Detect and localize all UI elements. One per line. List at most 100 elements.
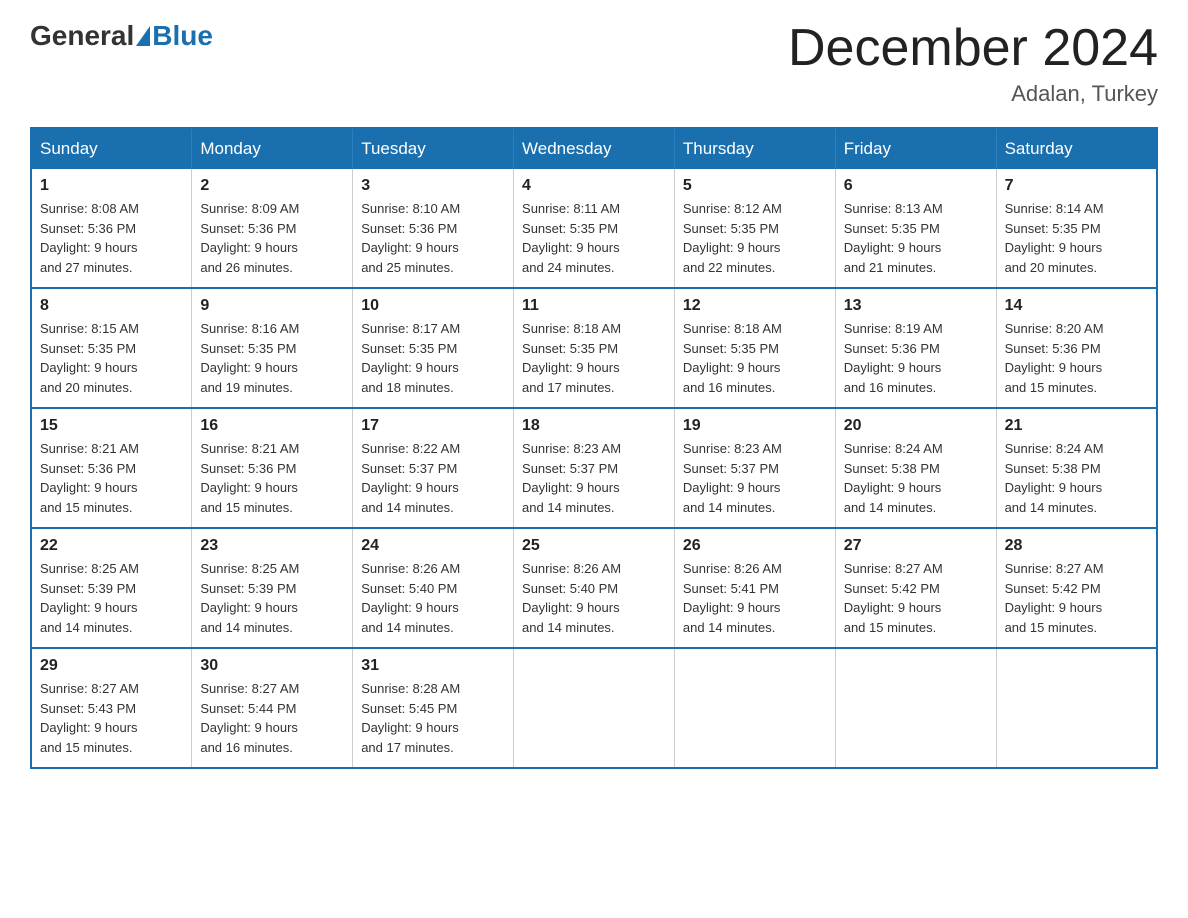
day-cell-13: 13 Sunrise: 8:19 AMSunset: 5:36 PMDayligh… xyxy=(835,288,996,408)
day-number: 16 xyxy=(200,417,344,435)
day-cell-11: 11Sunrise: 8:18 AMSunset: 5:35 PMDayligh… xyxy=(514,288,675,408)
week-row-4: 22 Sunrise: 8:25 AMSunset: 5:39 PMDayligh… xyxy=(31,528,1157,648)
day-info: Sunrise: 8:24 AMSunset: 5:38 PMDaylight:… xyxy=(1005,439,1148,517)
day-cell-14: 14 Sunrise: 8:20 AMSunset: 5:36 PMDayligh… xyxy=(996,288,1157,408)
day-number: 30 xyxy=(200,657,344,675)
week-row-5: 29 Sunrise: 8:27 AMSunset: 5:43 PMDayligh… xyxy=(31,648,1157,768)
day-cell-18: 18 Sunrise: 8:23 AMSunset: 5:37 PMDayligh… xyxy=(514,408,675,528)
logo-triangle-icon xyxy=(136,26,150,46)
week-row-2: 8 Sunrise: 8:15 AMSunset: 5:35 PMDaylight… xyxy=(31,288,1157,408)
day-cell-16: 16 Sunrise: 8:21 AMSunset: 5:36 PMDayligh… xyxy=(192,408,353,528)
day-info: Sunrise: 8:21 AMSunset: 5:36 PMDaylight:… xyxy=(40,439,183,517)
weekday-header-saturday: Saturday xyxy=(996,128,1157,169)
day-number: 22 xyxy=(40,537,183,555)
day-cell-17: 17Sunrise: 8:22 AMSunset: 5:37 PMDayligh… xyxy=(353,408,514,528)
day-cell-27: 27 Sunrise: 8:27 AMSunset: 5:42 PMDayligh… xyxy=(835,528,996,648)
day-number: 28 xyxy=(1005,537,1148,555)
month-title: December 2024 xyxy=(788,20,1158,77)
day-number: 19 xyxy=(683,417,827,435)
empty-cell xyxy=(996,648,1157,768)
day-cell-20: 20 Sunrise: 8:24 AMSunset: 5:38 PMDayligh… xyxy=(835,408,996,528)
day-number: 8 xyxy=(40,297,183,315)
day-number: 27 xyxy=(844,537,988,555)
day-info: Sunrise: 8:26 AMSunset: 5:40 PMDaylight:… xyxy=(361,559,505,637)
day-info: Sunrise: 8:09 AMSunset: 5:36 PMDaylight:… xyxy=(200,199,344,277)
day-cell-4: 4 Sunrise: 8:11 AMSunset: 5:35 PMDaylight… xyxy=(514,169,675,288)
weekday-header-wednesday: Wednesday xyxy=(514,128,675,169)
weekday-header-friday: Friday xyxy=(835,128,996,169)
day-cell-30: 30Sunrise: 8:27 AMSunset: 5:44 PMDayligh… xyxy=(192,648,353,768)
day-number: 26 xyxy=(683,537,827,555)
day-info: Sunrise: 8:22 AMSunset: 5:37 PMDaylight:… xyxy=(361,439,505,517)
day-number: 10 xyxy=(361,297,505,315)
day-info: Sunrise: 8:17 AMSunset: 5:35 PMDaylight:… xyxy=(361,319,505,397)
day-info: Sunrise: 8:20 AMSunset: 5:36 PMDaylight:… xyxy=(1005,319,1148,397)
day-number: 25 xyxy=(522,537,666,555)
day-number: 11 xyxy=(522,297,666,315)
day-number: 20 xyxy=(844,417,988,435)
empty-cell xyxy=(674,648,835,768)
day-info: Sunrise: 8:19 AMSunset: 5:36 PMDaylight:… xyxy=(844,319,988,397)
day-cell-9: 9Sunrise: 8:16 AMSunset: 5:35 PMDaylight… xyxy=(192,288,353,408)
day-info: Sunrise: 8:18 AMSunset: 5:35 PMDaylight:… xyxy=(683,319,827,397)
empty-cell xyxy=(835,648,996,768)
day-number: 23 xyxy=(200,537,344,555)
day-number: 14 xyxy=(1005,297,1148,315)
day-cell-7: 7 Sunrise: 8:14 AMSunset: 5:35 PMDaylight… xyxy=(996,169,1157,288)
day-info: Sunrise: 8:28 AMSunset: 5:45 PMDaylight:… xyxy=(361,679,505,757)
day-cell-28: 28 Sunrise: 8:27 AMSunset: 5:42 PMDayligh… xyxy=(996,528,1157,648)
weekday-header-monday: Monday xyxy=(192,128,353,169)
day-number: 12 xyxy=(683,297,827,315)
day-cell-24: 24 Sunrise: 8:26 AMSunset: 5:40 PMDayligh… xyxy=(353,528,514,648)
day-number: 4 xyxy=(522,177,666,195)
day-number: 7 xyxy=(1005,177,1148,195)
week-row-3: 15 Sunrise: 8:21 AMSunset: 5:36 PMDayligh… xyxy=(31,408,1157,528)
day-cell-2: 2 Sunrise: 8:09 AMSunset: 5:36 PMDaylight… xyxy=(192,169,353,288)
day-info: Sunrise: 8:16 AMSunset: 5:35 PMDaylight:… xyxy=(200,319,344,397)
day-info: Sunrise: 8:14 AMSunset: 5:35 PMDaylight:… xyxy=(1005,199,1148,277)
day-info: Sunrise: 8:23 AMSunset: 5:37 PMDaylight:… xyxy=(522,439,666,517)
day-info: Sunrise: 8:27 AMSunset: 5:42 PMDaylight:… xyxy=(844,559,988,637)
day-cell-31: 31 Sunrise: 8:28 AMSunset: 5:45 PMDayligh… xyxy=(353,648,514,768)
day-info: Sunrise: 8:11 AMSunset: 5:35 PMDaylight:… xyxy=(522,199,666,277)
day-number: 13 xyxy=(844,297,988,315)
day-number: 18 xyxy=(522,417,666,435)
location: Adalan, Turkey xyxy=(788,81,1158,107)
day-cell-21: 21 Sunrise: 8:24 AMSunset: 5:38 PMDayligh… xyxy=(996,408,1157,528)
day-number: 6 xyxy=(844,177,988,195)
day-info: Sunrise: 8:08 AMSunset: 5:36 PMDaylight:… xyxy=(40,199,183,277)
day-info: Sunrise: 8:27 AMSunset: 5:42 PMDaylight:… xyxy=(1005,559,1148,637)
day-cell-6: 6 Sunrise: 8:13 AMSunset: 5:35 PMDaylight… xyxy=(835,169,996,288)
day-cell-1: 1 Sunrise: 8:08 AMSunset: 5:36 PMDaylight… xyxy=(31,169,192,288)
logo-general: General xyxy=(30,20,134,52)
weekday-header-sunday: Sunday xyxy=(31,128,192,169)
day-info: Sunrise: 8:26 AMSunset: 5:41 PMDaylight:… xyxy=(683,559,827,637)
day-number: 31 xyxy=(361,657,505,675)
logo-blue: Blue xyxy=(152,20,213,52)
weekday-header-tuesday: Tuesday xyxy=(353,128,514,169)
day-cell-19: 19Sunrise: 8:23 AMSunset: 5:37 PMDayligh… xyxy=(674,408,835,528)
day-cell-3: 3Sunrise: 8:10 AMSunset: 5:36 PMDaylight… xyxy=(353,169,514,288)
day-number: 2 xyxy=(200,177,344,195)
day-number: 15 xyxy=(40,417,183,435)
day-cell-26: 26 Sunrise: 8:26 AMSunset: 5:41 PMDayligh… xyxy=(674,528,835,648)
day-info: Sunrise: 8:10 AMSunset: 5:36 PMDaylight:… xyxy=(361,199,505,277)
calendar-table: SundayMondayTuesdayWednesdayThursdayFrid… xyxy=(30,127,1158,769)
day-number: 29 xyxy=(40,657,183,675)
day-info: Sunrise: 8:27 AMSunset: 5:43 PMDaylight:… xyxy=(40,679,183,757)
day-cell-8: 8 Sunrise: 8:15 AMSunset: 5:35 PMDaylight… xyxy=(31,288,192,408)
day-info: Sunrise: 8:15 AMSunset: 5:35 PMDaylight:… xyxy=(40,319,183,397)
day-info: Sunrise: 8:24 AMSunset: 5:38 PMDaylight:… xyxy=(844,439,988,517)
day-number: 5 xyxy=(683,177,827,195)
logo: General Blue xyxy=(30,20,213,52)
day-cell-29: 29 Sunrise: 8:27 AMSunset: 5:43 PMDayligh… xyxy=(31,648,192,768)
week-row-1: 1 Sunrise: 8:08 AMSunset: 5:36 PMDaylight… xyxy=(31,169,1157,288)
day-info: Sunrise: 8:25 AMSunset: 5:39 PMDaylight:… xyxy=(40,559,183,637)
day-info: Sunrise: 8:13 AMSunset: 5:35 PMDaylight:… xyxy=(844,199,988,277)
day-number: 21 xyxy=(1005,417,1148,435)
day-cell-23: 23Sunrise: 8:25 AMSunset: 5:39 PMDayligh… xyxy=(192,528,353,648)
day-number: 24 xyxy=(361,537,505,555)
day-info: Sunrise: 8:21 AMSunset: 5:36 PMDaylight:… xyxy=(200,439,344,517)
day-number: 1 xyxy=(40,177,183,195)
logo-text: General Blue xyxy=(30,20,213,52)
